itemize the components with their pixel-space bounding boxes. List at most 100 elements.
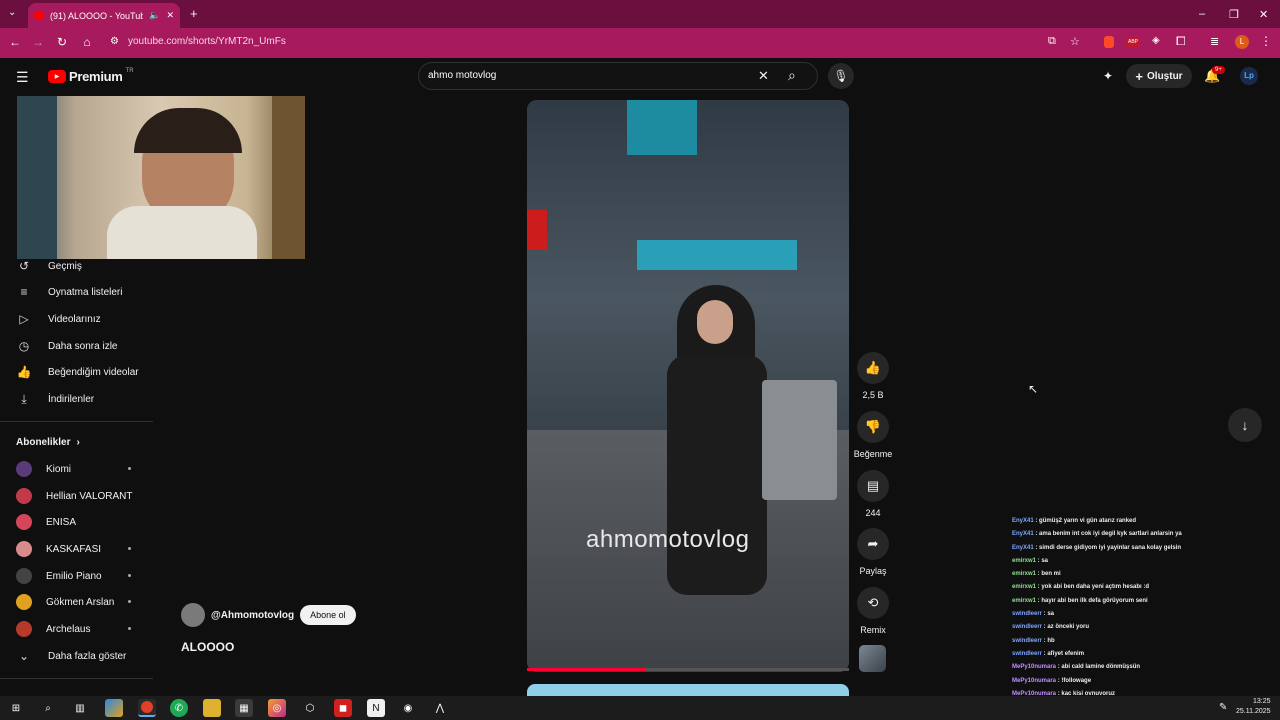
media-queue-icon[interactable]: ≣ [1210,35,1219,48]
new-content-dot [128,627,131,630]
subscription-item-kiomi[interactable]: Kiomi [16,461,136,477]
show-more-button[interactable]: ⌄ Daha fazla göster [16,648,126,664]
next-short-preview[interactable] [527,684,849,696]
sidebar-item-watch-later[interactable]: ◷ Daha sonra izle [16,338,118,354]
clear-search-icon[interactable]: ✕ [758,68,769,84]
profile-avatar-icon[interactable]: L [1235,35,1249,49]
avatar [16,514,32,530]
chat-message: MePy10numara : kaç kişi oynuyoruz [1008,688,1280,695]
webcam-window-frame [17,96,57,259]
subscribe-button[interactable]: Abone ol [300,605,356,625]
subscription-item-gokmen-arslan[interactable]: Gökmen Arslan [16,594,136,610]
reload-icon[interactable]: ↻ [50,35,74,49]
chat-message: swindleerr : hb [1008,635,1280,648]
share-arrow-icon: ➦ [857,528,889,560]
tab-audio-icon[interactable]: 🔈 [149,10,160,21]
account-avatar[interactable]: Lp [1240,67,1258,85]
subscription-label: Emilio Piano [46,570,102,582]
window-close-icon[interactable]: ✕ [1259,8,1268,21]
avatar [16,594,32,610]
tab-close-icon[interactable]: ✕ [166,10,174,21]
sidebar-item-label: Oynatma listeleri [48,286,123,298]
share-button[interactable]: ➦ Paylaş [852,528,894,576]
create-button[interactable]: + Oluştur [1126,64,1192,88]
chat-message: EnyX41 : simdi derse gidiyom iyi yayinla… [1008,542,1280,555]
home-icon[interactable]: ⌂ [75,35,99,49]
instagram-icon[interactable]: ◎ [268,699,286,717]
dislike-button[interactable]: 👎 Beğenme [852,411,894,459]
chat-message: MePy10numara : abi cald lamine dönmüşsün [1008,661,1280,674]
video-progress-bar[interactable] [527,668,849,671]
chat-message: MePy10numara : !followage [1008,675,1280,688]
extension-cube-icon[interactable]: ◈ [1152,35,1160,46]
chat-message: emirxw1 : yok abi ben daha yeni açtım he… [1008,581,1280,594]
obs-icon[interactable]: ◉ [399,699,417,717]
whatsapp-icon[interactable]: ✆ [170,699,188,717]
extension-fire-icon[interactable] [1104,36,1114,48]
gamepad-icon[interactable]: ✦ [1103,69,1113,83]
app-chevron-icon[interactable]: ⋀ [431,699,449,717]
sidebar-item-label: İndirilenler [48,393,95,405]
sidebar-item-downloads[interactable]: ⤓ İndirilenler [16,391,94,407]
browser-tab[interactable]: (91) ALOOOO - YouTube 🔈 ✕ [28,3,180,28]
comments-button[interactable]: ▤ 244 [852,470,894,518]
system-clock[interactable]: 13:25 25.11.2025 [1236,697,1271,717]
sidebar-item-playlists[interactable]: ≡ Oynatma listeleri [16,284,122,300]
bookmark-star-icon[interactable]: ☆ [1070,35,1080,48]
voice-search-mic-icon[interactable]: 🎙 [828,63,854,89]
minimize-icon[interactable]: – [1199,8,1205,20]
subscription-item-enisa[interactable]: ENISA [16,514,136,530]
tab-list-chevron-down-icon[interactable]: ⌄ [8,7,16,18]
subscription-item-emilio-piano[interactable]: Emilio Piano [16,568,136,584]
thumbs-up-icon: 👍 [857,352,889,384]
search-input[interactable]: ahmo motovlog [428,70,496,81]
like-button[interactable]: 👍 2,5 B [852,352,894,400]
chrome-taskbar-icon[interactable] [138,699,156,717]
stream-chat-overlay: EnyX41 : gümüş2 yarın vi gün atarız rank… [1008,515,1280,695]
chat-text: : sa [1042,611,1055,618]
chat-username: MePy10numara [1012,690,1057,695]
back-arrow-icon[interactable]: ← [3,35,27,49]
clock-date: 25.11.2025 [1236,708,1271,715]
search-icon[interactable]: ⌕ [788,67,796,84]
sidebar-item-history[interactable]: ↺ Geçmiş [16,258,82,274]
file-explorer-icon[interactable] [203,699,221,717]
notion-icon[interactable]: N [367,699,385,717]
app-hex-icon[interactable]: ⬡ [301,699,319,717]
windows-start-icon[interactable]: ⊞ [7,699,25,717]
store-icon[interactable]: ▦ [235,699,253,717]
copilot-icon[interactable] [105,699,123,717]
channel-handle[interactable]: @Ahmomotovlog [211,610,294,621]
chat-username: emirxw1 [1012,571,1037,578]
address-bar-url[interactable]: youtube.com/shorts/YrMT2n_UmFs [128,36,286,47]
new-tab-plus-icon[interactable]: + [190,6,198,21]
channel-avatar[interactable] [181,603,205,627]
sidebar-item-your-videos[interactable]: ▷ Videolarınız [16,311,100,327]
chat-username: MePy10numara [1012,677,1057,684]
adblock-extension-icon[interactable]: ABP [1126,37,1140,47]
pen-tray-icon[interactable]: ✎ [1219,702,1227,713]
taskbar-search-icon[interactable]: ⌕ [39,699,57,717]
your-videos-icon: ▷ [19,312,29,326]
subscription-item-archelaus[interactable]: Archelaus [16,621,136,637]
install-app-icon[interactable]: ⧉ [1048,35,1056,48]
create-label: Oluştur [1147,70,1183,82]
restore-icon[interactable]: ❐ [1229,8,1239,21]
task-view-icon[interactable]: ▥ [71,699,89,717]
hamburger-menu-icon[interactable]: ☰ [16,69,29,86]
subscriptions-header[interactable]: Abonelikler › [16,437,80,448]
subscription-item-hellian-valorant[interactable]: Hellian VALORANT [16,488,136,504]
remix-button[interactable]: ⟲ Remix [852,587,894,635]
site-info-icon[interactable]: ⚙ [110,36,119,47]
subscription-item-kaskafasi[interactable]: KASKAFASI [16,541,136,557]
sidebar-item-liked-videos[interactable]: 👍 Beğendiğim videolar [16,364,139,380]
short-video-player[interactable] [527,100,849,672]
subscription-label: Gökmen Arslan [46,596,115,608]
extensions-puzzle-icon[interactable]: ⧠ [1176,34,1186,49]
audio-thumbnail[interactable] [859,645,886,672]
youtube-logo[interactable]: ▶ Premium TR [48,68,134,84]
app-red-icon[interactable]: ◼ [334,699,352,717]
browser-menu-icon[interactable]: ⋮ [1260,34,1272,48]
next-short-arrow-down-icon[interactable]: ↓ [1228,408,1262,442]
forward-arrow-icon[interactable]: → [26,35,50,49]
